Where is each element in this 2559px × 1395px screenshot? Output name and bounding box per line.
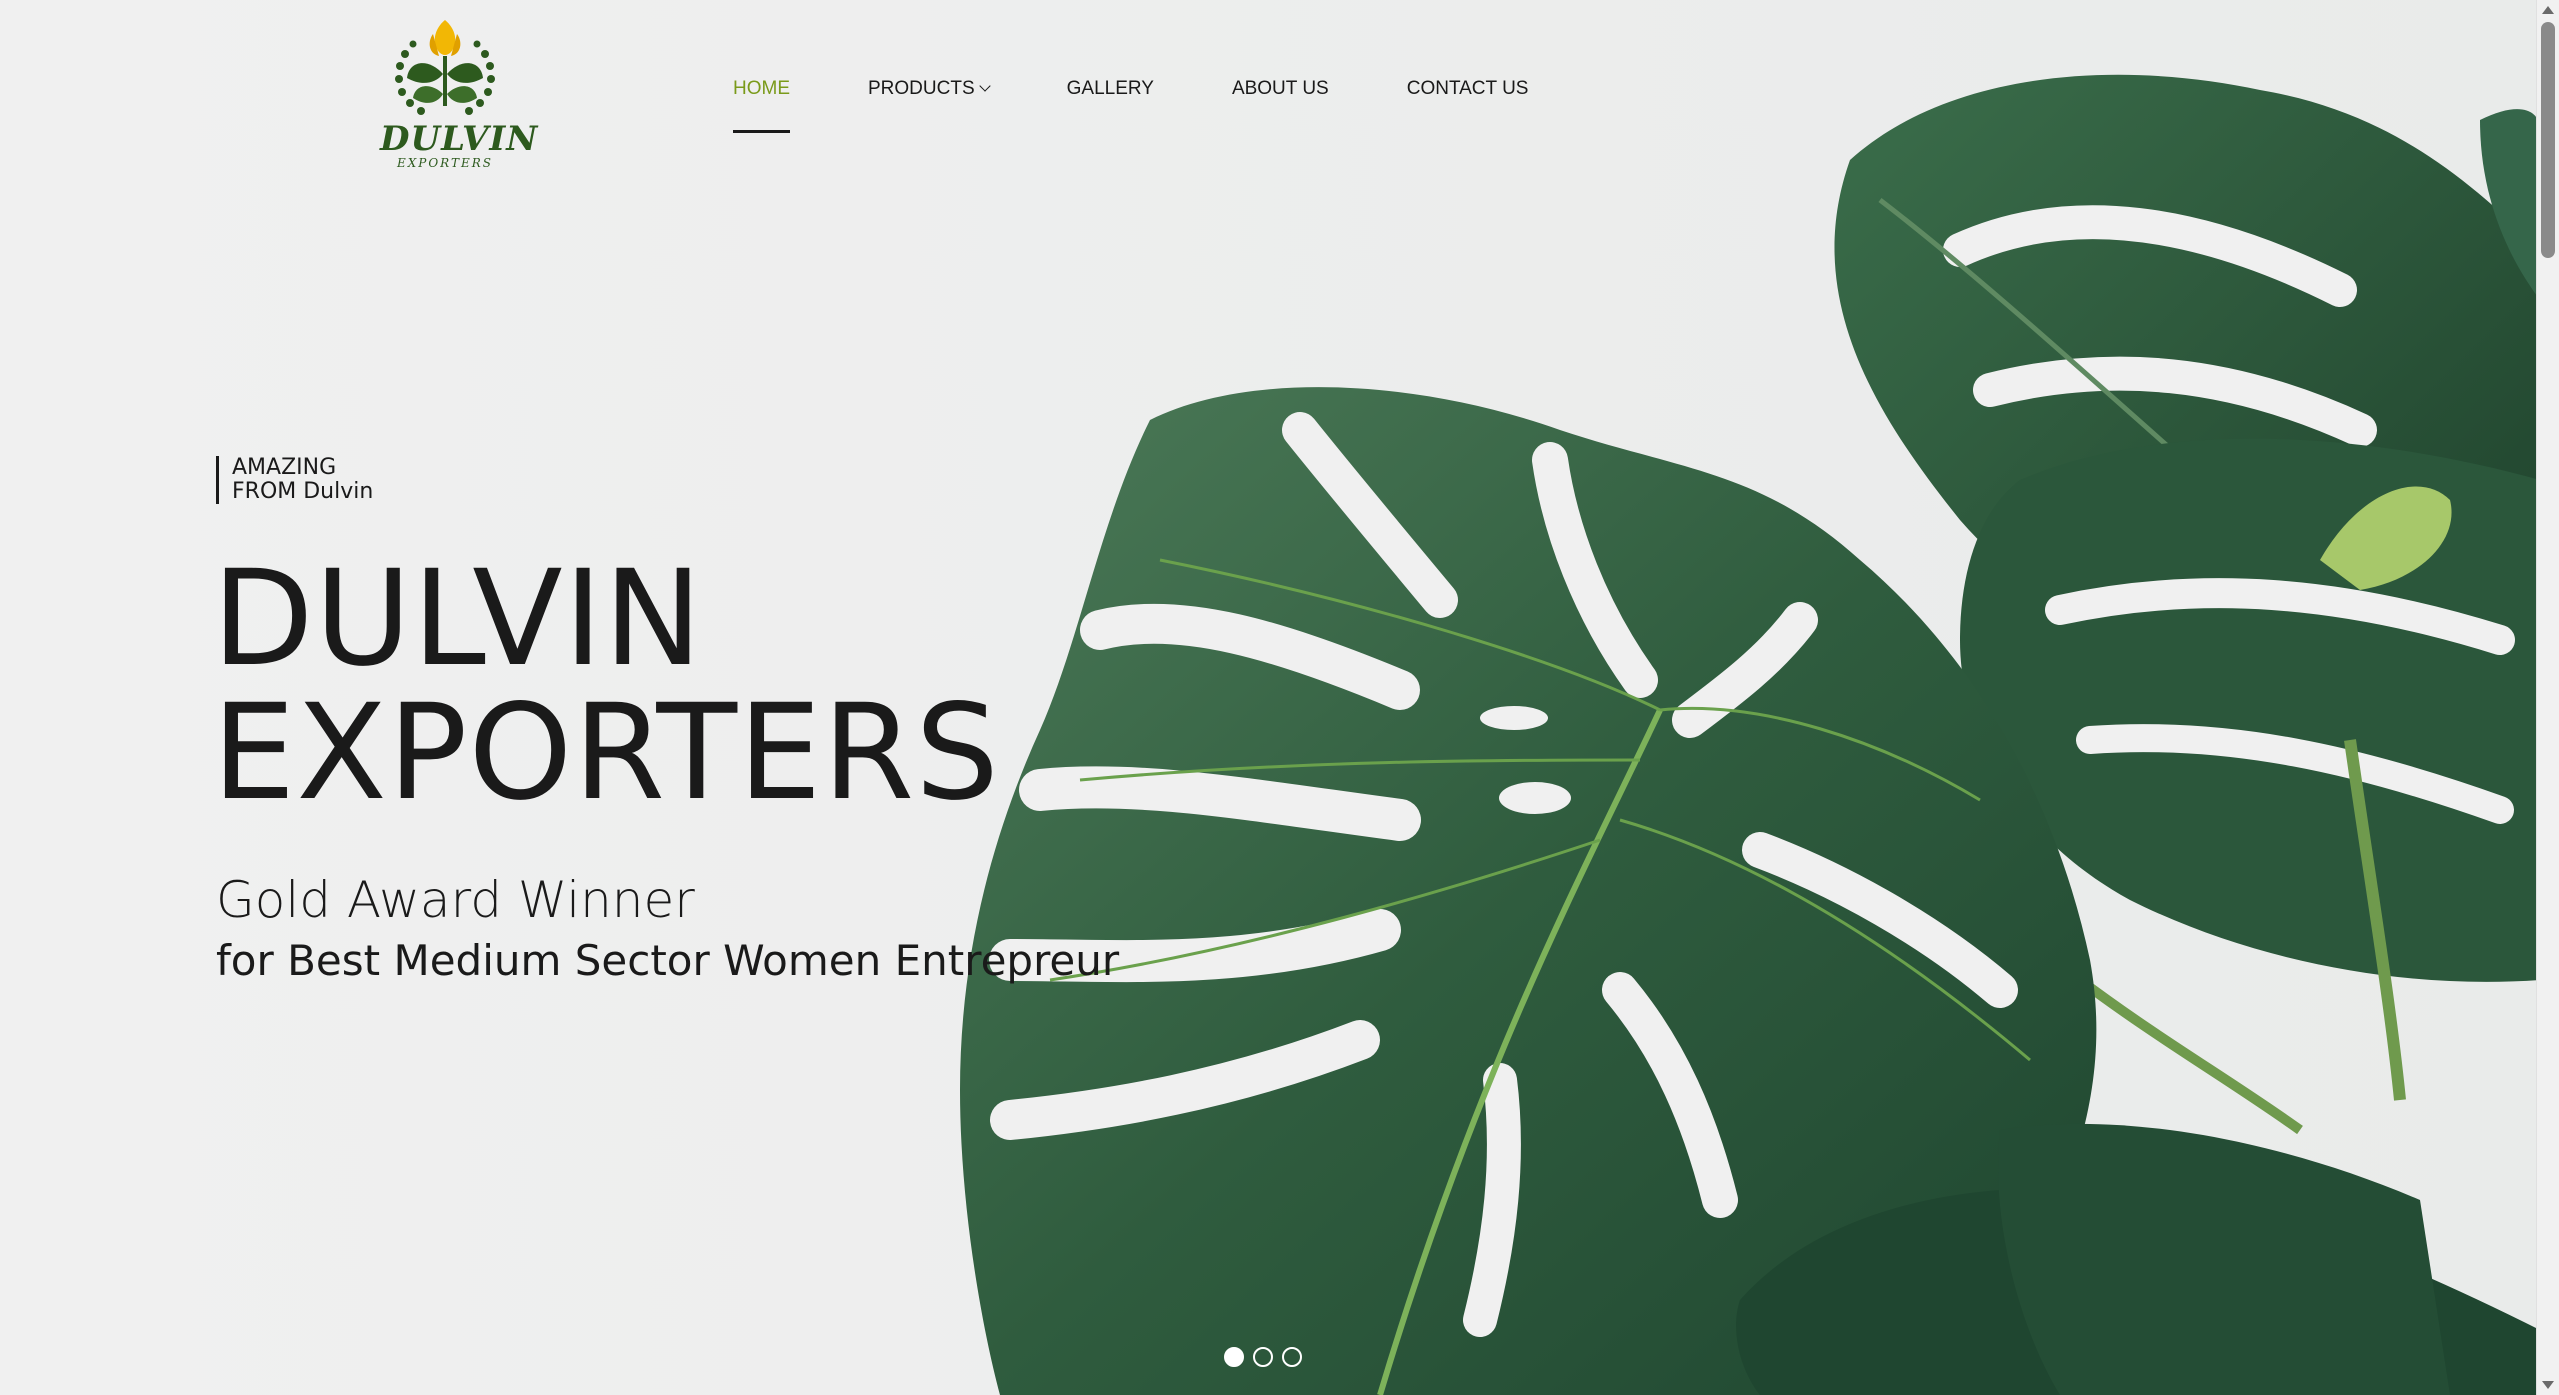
slider-dot-2[interactable]	[1253, 1347, 1273, 1367]
nav-about-us[interactable]: ABOUT US	[1232, 78, 1329, 120]
slider-dot-1[interactable]	[1224, 1347, 1244, 1367]
hero-title: DULVIN EXPORTERS	[212, 552, 1000, 820]
hero-tagline-line2: FROM Dulvin	[232, 479, 374, 504]
logo[interactable]: DULVIN EXPORTERS	[380, 14, 539, 174]
nav-products[interactable]: PRODUCTS	[868, 78, 991, 120]
hero-tagline-line1: AMAZING	[232, 455, 337, 480]
nav-products-label: PRODUCTS	[868, 78, 975, 99]
nav-contact-us-label: CONTACT US	[1406, 78, 1529, 99]
logo-name: DULVIN	[380, 119, 539, 159]
nav-gallery-label: GALLERY	[1066, 78, 1154, 99]
nav-about-us-label: ABOUT US	[1231, 78, 1329, 99]
scroll-up-arrow-icon[interactable]	[2542, 6, 2554, 14]
slider-dots	[1224, 1347, 1302, 1367]
nav-home[interactable]: HOME	[733, 78, 790, 133]
nav-contact-us[interactable]: CONTACT US	[1407, 78, 1529, 120]
award-title: Gold Award Winner	[216, 871, 695, 929]
scrollbar[interactable]	[2536, 0, 2559, 1395]
main-nav: HOME PRODUCTS GALLERY ABOUT US CONTACT U…	[733, 78, 1529, 133]
scroll-down-arrow-icon[interactable]	[2542, 1381, 2554, 1389]
hero-tagline: AMAZING FROM Dulvin	[216, 456, 373, 504]
slider-dot-3[interactable]	[1282, 1347, 1302, 1367]
page: DULVIN EXPORTERS HOME PRODUCTS GALLERY A…	[0, 0, 2559, 1395]
chevron-down-icon	[978, 80, 991, 92]
hero-title-line1: DULVIN	[212, 542, 704, 696]
scrollbar-thumb[interactable]	[2541, 22, 2555, 258]
award-subtitle: for Best Medium Sector Women Entrepreur	[216, 936, 1120, 985]
logo-emblem-icon	[395, 20, 495, 115]
hero-title-line2: EXPORTERS	[212, 676, 1000, 830]
nav-home-label: HOME	[733, 78, 790, 99]
nav-gallery[interactable]: GALLERY	[1067, 78, 1154, 120]
logo-subtitle: EXPORTERS	[396, 156, 494, 170]
